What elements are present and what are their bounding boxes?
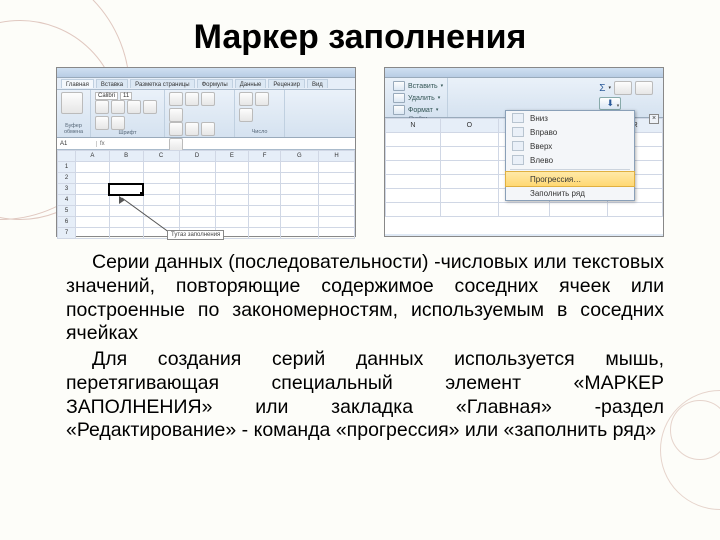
blank-icon [512, 188, 524, 198]
ribbon-tabs: Главная Вставка Разметка страницы Формул… [57, 78, 355, 90]
col-header[interactable]: A [76, 151, 110, 162]
tab-layout[interactable]: Разметка страницы [130, 79, 194, 88]
col-header[interactable]: H [318, 151, 354, 162]
arrow-annotation [117, 198, 197, 250]
menu-progression[interactable]: Прогрессия… [505, 171, 635, 187]
col-header[interactable]: C [143, 151, 179, 162]
insert-icon [393, 81, 405, 91]
window-titlebar [57, 68, 355, 78]
row-header[interactable]: 5 [58, 206, 76, 217]
col-header[interactable]: F [249, 151, 280, 162]
row-header[interactable]: 2 [58, 173, 76, 184]
align-button[interactable] [185, 122, 199, 136]
fill-color-button[interactable] [95, 116, 109, 130]
paste-button[interactable] [61, 92, 83, 114]
number-button[interactable] [239, 92, 253, 106]
body-text: Серии данных (последовательности) -число… [0, 237, 720, 443]
group-clipboard-label: Буфер обмена [61, 123, 86, 135]
col-header[interactable]: D [179, 151, 215, 162]
col-header[interactable]: G [280, 151, 318, 162]
screenshot-fill-menu: Вставить▾ Удалить▾ Формат▾ Ячейки Σ ▾ ⬇ [384, 67, 664, 237]
paragraph-2: Для создания серий данных используется м… [66, 348, 664, 443]
menu-fill-down[interactable]: Вниз [506, 111, 634, 125]
fx-icon[interactable]: fx [97, 141, 108, 147]
row-header[interactable]: 4 [58, 195, 76, 206]
tab-home[interactable]: Главная [61, 79, 94, 88]
fill-up-icon [512, 141, 524, 151]
border-button[interactable] [143, 100, 157, 114]
tab-data[interactable]: Данные [235, 79, 267, 88]
number-button[interactable] [239, 108, 253, 122]
fill-right-icon [512, 127, 524, 137]
fill-dropdown-menu: Вниз Вправо Вверх Влево Прогрессия… Запо… [505, 110, 635, 201]
tab-review[interactable]: Рецензир [268, 79, 305, 88]
name-box[interactable]: A1 [57, 141, 97, 147]
delete-icon [393, 93, 405, 103]
number-button[interactable] [255, 92, 269, 106]
fill-handle-callout: Тутаз заполнения [167, 230, 224, 240]
bold-button[interactable] [95, 100, 109, 114]
underline-button[interactable] [127, 100, 141, 114]
row-header[interactable]: 6 [58, 217, 76, 228]
fill-button[interactable]: ⬇ [599, 97, 621, 110]
autosum-icon[interactable]: Σ [599, 83, 605, 94]
sort-button[interactable] [614, 81, 632, 95]
menu-fill-left[interactable]: Влево [506, 153, 634, 167]
menu-separator [510, 169, 630, 170]
tab-insert[interactable]: Вставка [96, 79, 128, 88]
fill-down-icon [512, 113, 524, 123]
delete-button[interactable]: Удалить [408, 95, 435, 102]
selected-cell[interactable] [109, 184, 143, 195]
tab-view[interactable]: Вид [307, 79, 328, 88]
menu-justify[interactable]: Заполнить ряд [506, 186, 634, 200]
paragraph-1: Серии данных (последовательности) -число… [66, 251, 664, 346]
screenshot-fill-handle: Главная Вставка Разметка страницы Формул… [56, 67, 356, 237]
align-button[interactable] [185, 92, 199, 106]
font-color-button[interactable] [111, 116, 125, 130]
col-header[interactable]: B [109, 151, 143, 162]
fill-left-icon [512, 155, 524, 165]
align-button[interactable] [169, 122, 183, 136]
italic-button[interactable] [111, 100, 125, 114]
row-header[interactable]: 1 [58, 162, 76, 173]
format-icon [393, 105, 405, 115]
group-number-label: Число [239, 129, 280, 135]
font-name-field[interactable]: Calibri [95, 92, 118, 100]
blank-icon [512, 174, 524, 184]
menu-fill-right[interactable]: Вправо [506, 125, 634, 139]
menu-fill-up[interactable]: Вверх [506, 139, 634, 153]
col-header[interactable]: N [386, 119, 441, 133]
worksheet-grid[interactable]: A B C D E F G H 1 2 3 4 5 6 7 [57, 150, 355, 236]
row-header[interactable]: 7 [58, 228, 76, 239]
insert-button[interactable]: Вставить [408, 83, 438, 90]
align-button[interactable] [201, 92, 215, 106]
row-header[interactable]: 3 [58, 184, 76, 195]
font-size-field[interactable]: 11 [120, 92, 132, 100]
col-header[interactable]: E [215, 151, 249, 162]
align-button[interactable] [169, 92, 183, 106]
window-titlebar [385, 68, 663, 78]
ribbon: Буфер обмена Calibri 11 Шрифт Выравниван… [57, 90, 355, 138]
close-icon[interactable]: × [649, 114, 659, 124]
wrap-button[interactable] [169, 108, 183, 122]
fill-down-icon: ⬇ [607, 98, 615, 109]
format-button[interactable]: Формат [408, 107, 433, 114]
find-button[interactable] [635, 81, 653, 95]
col-header[interactable]: O [440, 119, 498, 133]
tab-formulas[interactable]: Формулы [197, 79, 233, 88]
align-button[interactable] [201, 122, 215, 136]
group-font-label: Шрифт [95, 130, 160, 136]
